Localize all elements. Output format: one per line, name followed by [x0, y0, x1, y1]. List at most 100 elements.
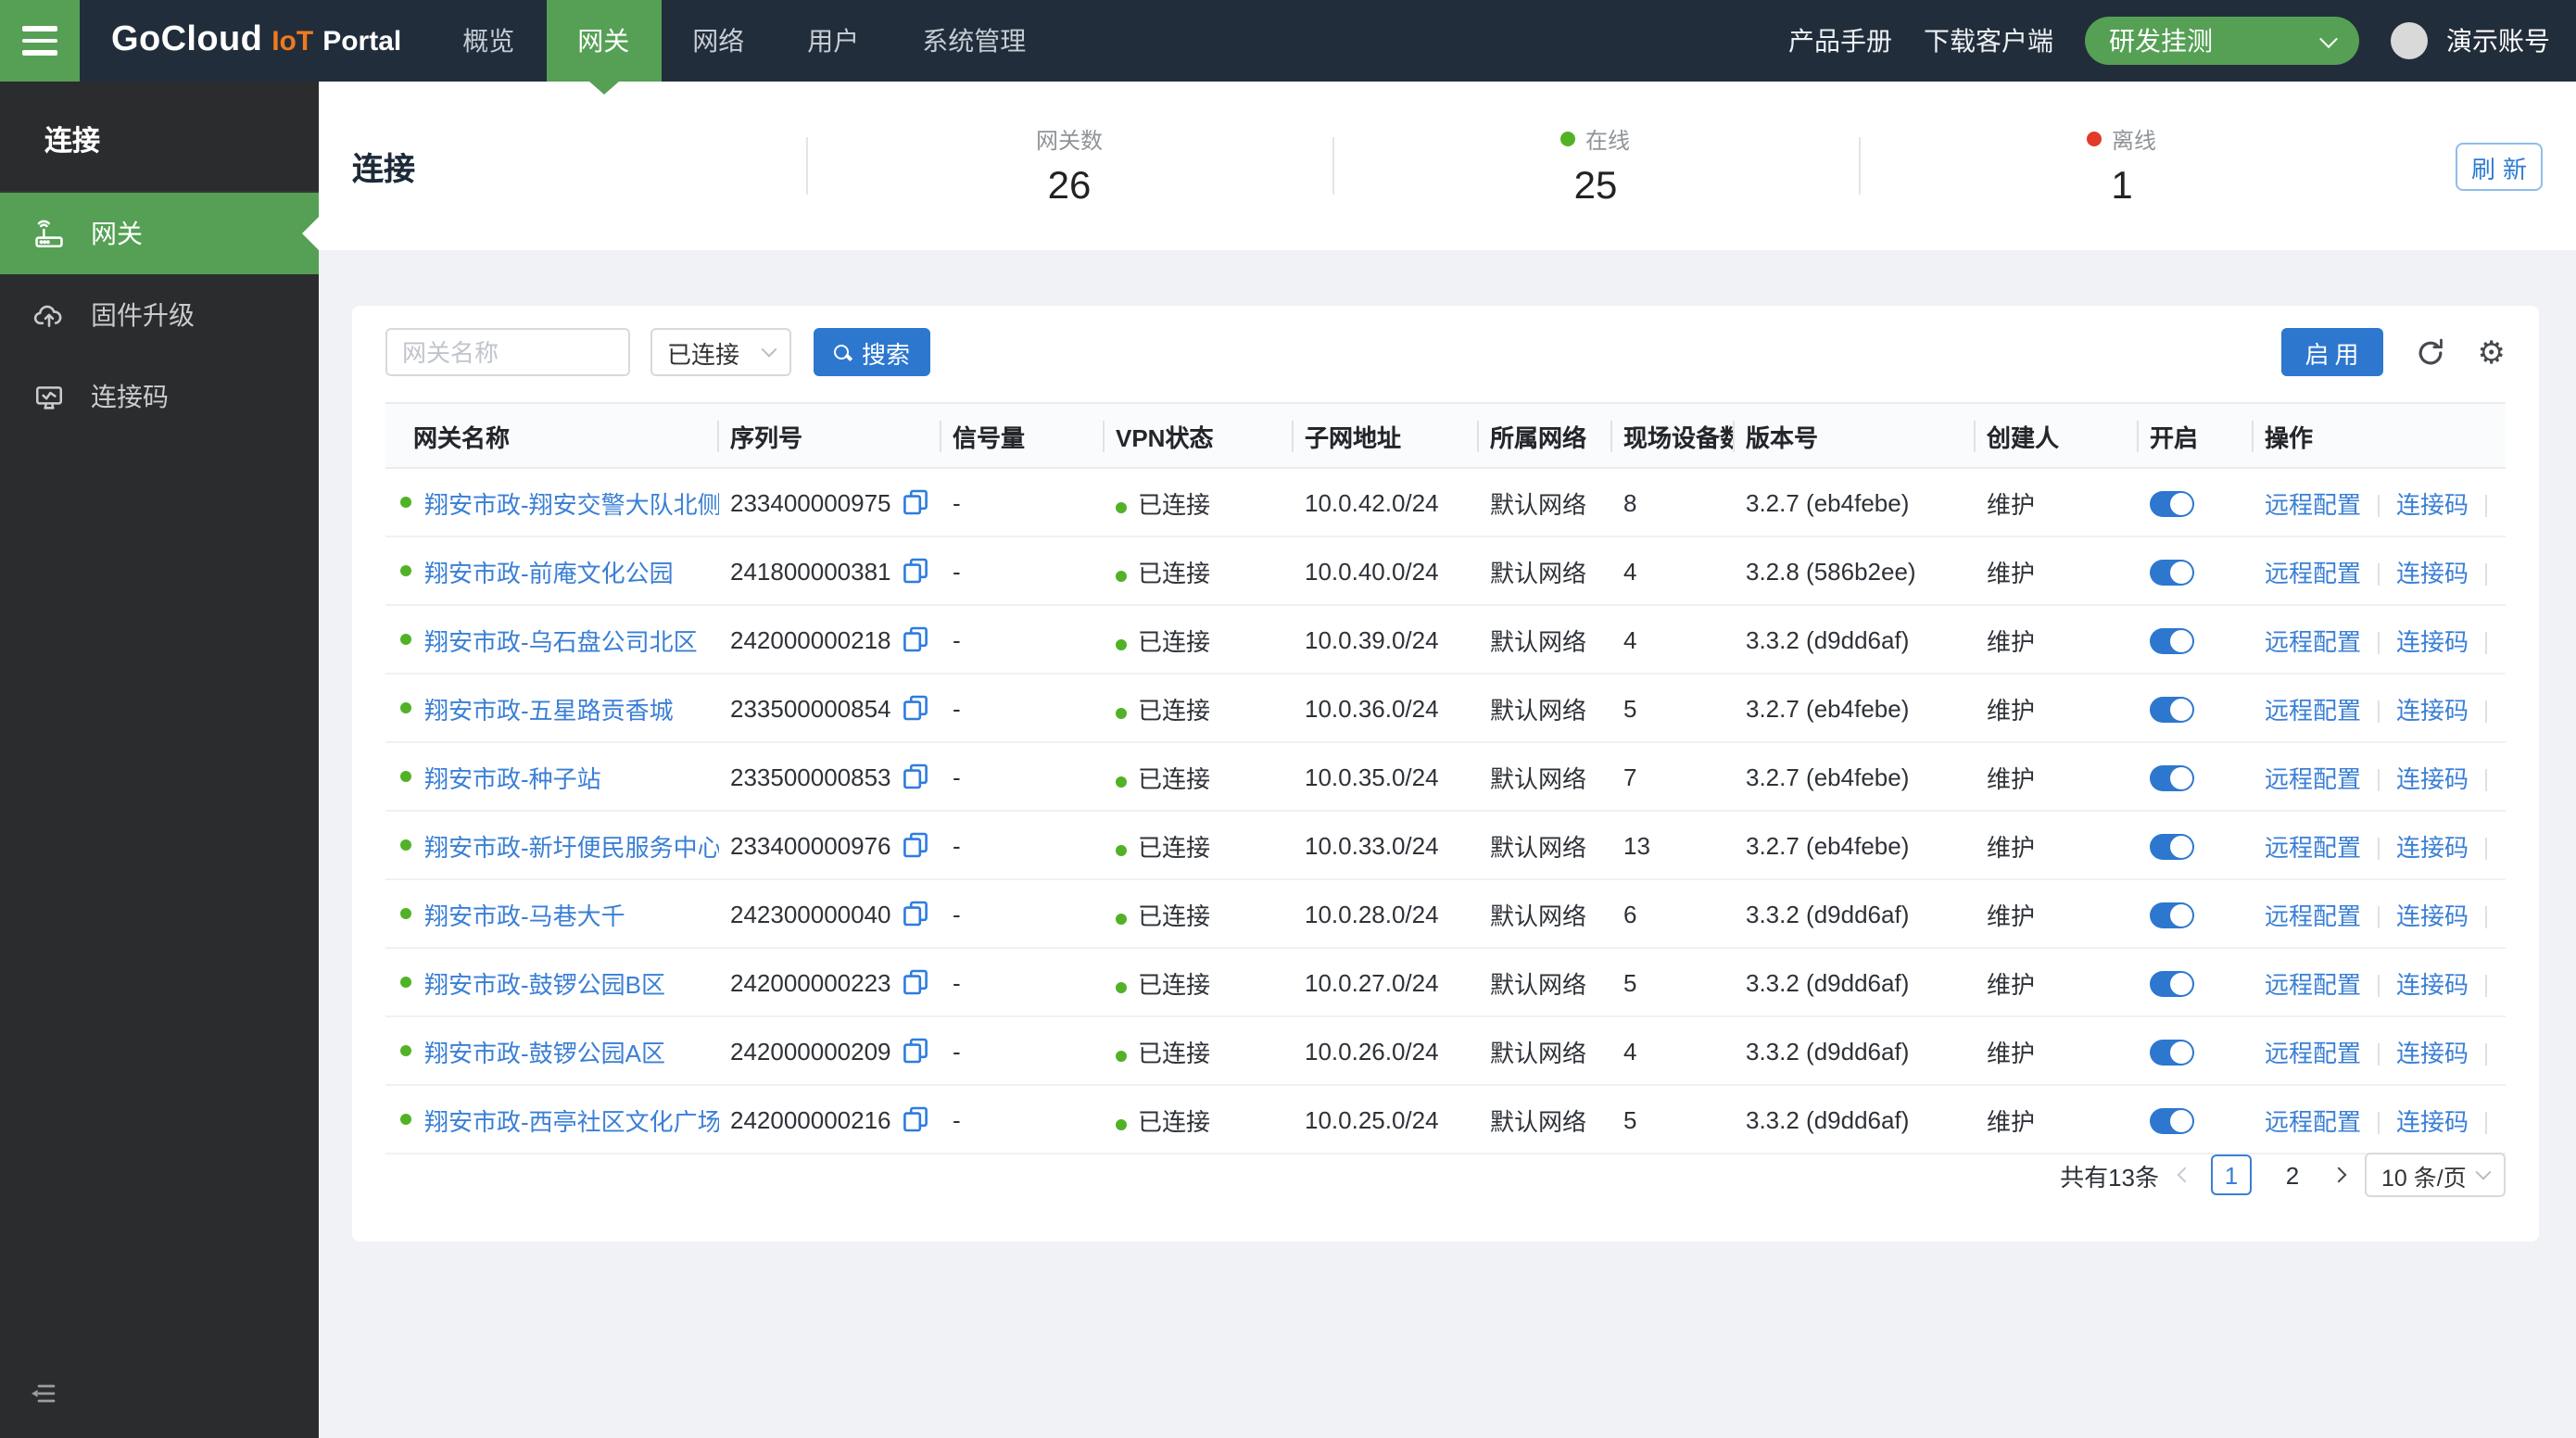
connect-code-link[interactable]: 连接码	[2396, 902, 2469, 929]
divider	[2378, 974, 2380, 996]
connection-filter-select[interactable]: 已连接	[650, 328, 791, 376]
gateway-name-search-input[interactable]	[385, 328, 630, 376]
remote-config-link[interactable]: 远程配置	[2265, 902, 2361, 929]
gateway-name-link[interactable]: 翔安市政-西亭社区文化广场	[424, 1102, 719, 1137]
previous-page-button[interactable]	[2179, 1169, 2191, 1180]
nav-item-users[interactable]: 用户	[776, 0, 890, 82]
connect-code-link[interactable]: 连接码	[2396, 559, 2469, 587]
remote-config-link[interactable]: 远程配置	[2265, 559, 2361, 587]
divider	[2378, 631, 2380, 653]
hamburger-menu-button[interactable]	[0, 0, 80, 82]
network-name: 默认网络	[1479, 605, 1612, 674]
connect-code-link[interactable]: 连接码	[2396, 833, 2469, 861]
device-count: 7	[1612, 742, 1735, 811]
remote-config-link[interactable]: 远程配置	[2265, 833, 2361, 861]
connect-code-link[interactable]: 连接码	[2396, 696, 2469, 724]
divider	[2378, 494, 2380, 516]
version: 3.2.7 (eb4febe)	[1735, 742, 1976, 811]
gateway-name-link[interactable]: 翔安市政-前庵文化公园	[424, 553, 674, 588]
environment-select[interactable]: 研发挂测	[2085, 17, 2359, 65]
copy-icon[interactable]	[903, 968, 928, 994]
gateway-name-link[interactable]: 翔安市政-马巷大千	[424, 896, 625, 931]
enable-toggle[interactable]	[2150, 1040, 2194, 1066]
search-button[interactable]: 搜索	[814, 328, 930, 376]
more-actions-button[interactable]: ···	[2504, 1107, 2506, 1135]
enable-button[interactable]: 启用	[2280, 328, 2382, 376]
page-size-select[interactable]: 10 条/页	[2365, 1153, 2506, 1197]
copy-icon[interactable]	[903, 1105, 928, 1131]
connect-code-link[interactable]: 连接码	[2396, 1107, 2469, 1135]
copy-icon[interactable]	[903, 488, 928, 514]
sidebar-item-firmware-upgrade[interactable]: 固件升级	[0, 274, 319, 356]
reload-table-button[interactable]	[2415, 336, 2446, 368]
account-name[interactable]: 演示账号	[2446, 22, 2550, 59]
remote-config-link[interactable]: 远程配置	[2265, 970, 2361, 998]
copy-icon[interactable]	[903, 763, 928, 788]
avatar[interactable]	[2391, 22, 2428, 59]
refresh-button[interactable]: 刷新	[2456, 143, 2543, 191]
gateway-name-link[interactable]: 翔安市政-五星路贡香城	[424, 690, 674, 725]
version: 3.3.2 (d9dd6af)	[1735, 879, 1976, 948]
enable-toggle[interactable]	[2150, 1108, 2194, 1134]
divider	[2485, 1042, 2487, 1065]
remote-config-link[interactable]: 远程配置	[2265, 1039, 2361, 1066]
copy-icon[interactable]	[903, 557, 928, 583]
gateway-name-link[interactable]: 翔安市政-翔安交警大队北侧	[424, 485, 719, 520]
more-actions-button[interactable]: ···	[2504, 627, 2506, 655]
copy-icon[interactable]	[903, 831, 928, 857]
nav-item-system-admin[interactable]: 系统管理	[890, 0, 1057, 82]
sidebar-item-connect-code[interactable]: 连接码	[0, 356, 319, 437]
remote-config-link[interactable]: 远程配置	[2265, 490, 2361, 518]
more-actions-button[interactable]: ···	[2504, 970, 2506, 998]
remote-config-link[interactable]: 远程配置	[2265, 1107, 2361, 1135]
topbar-right: 产品手册 下载客户端 研发挂测 演示账号	[1788, 0, 2576, 82]
more-actions-button[interactable]: ···	[2504, 1039, 2506, 1066]
more-actions-button[interactable]: ···	[2504, 559, 2506, 587]
connect-code-link[interactable]: 连接码	[2396, 490, 2469, 518]
enable-toggle[interactable]	[2150, 560, 2194, 586]
gateway-name-link[interactable]: 翔安市政-鼓锣公园B区	[424, 965, 665, 1000]
sidebar-item-gateway[interactable]: 网关	[0, 193, 319, 274]
connect-code-link[interactable]: 连接码	[2396, 627, 2469, 655]
remote-config-link[interactable]: 远程配置	[2265, 627, 2361, 655]
more-actions-button[interactable]: ···	[2504, 764, 2506, 792]
connect-code-link[interactable]: 连接码	[2396, 970, 2469, 998]
next-page-button[interactable]	[2333, 1169, 2344, 1180]
remote-config-link[interactable]: 远程配置	[2265, 696, 2361, 724]
copy-icon[interactable]	[903, 694, 928, 720]
page-header: 连接 网关数 26 在线 25 离线 1 刷新	[319, 82, 2576, 250]
table-settings-button[interactable]: ⚙	[2478, 336, 2507, 368]
collapse-sidebar-button[interactable]	[28, 1379, 57, 1418]
connect-code-link[interactable]: 连接码	[2396, 764, 2469, 792]
enable-toggle[interactable]	[2150, 971, 2194, 997]
nav-item-overview[interactable]: 概览	[431, 0, 546, 82]
more-actions-button[interactable]: ···	[2504, 833, 2506, 861]
page-number-2[interactable]: 2	[2272, 1154, 2313, 1195]
more-actions-button[interactable]: ···	[2504, 696, 2506, 724]
nav-item-gateway[interactable]: 网关	[546, 0, 661, 82]
download-client-link[interactable]: 下载客户端	[1924, 22, 2053, 59]
more-actions-button[interactable]: ···	[2504, 490, 2506, 518]
top-menu: 概览 网关 网络 用户 系统管理	[431, 0, 1057, 82]
gateway-name-link[interactable]: 翔安市政-鼓锣公园A区	[424, 1033, 665, 1068]
gateway-name-link[interactable]: 翔安市政-种子站	[424, 759, 601, 794]
product-manual-link[interactable]: 产品手册	[1788, 22, 1892, 59]
signal-value: -	[941, 742, 1105, 811]
copy-icon[interactable]	[903, 1037, 928, 1063]
enable-toggle[interactable]	[2150, 765, 2194, 791]
enable-toggle[interactable]	[2150, 697, 2194, 723]
copy-icon[interactable]	[903, 625, 928, 651]
enable-toggle[interactable]	[2150, 834, 2194, 860]
connect-code-link[interactable]: 连接码	[2396, 1039, 2469, 1066]
enable-toggle[interactable]	[2150, 902, 2194, 928]
enable-toggle[interactable]	[2150, 628, 2194, 654]
page-number-1[interactable]: 1	[2211, 1154, 2252, 1195]
remote-config-link[interactable]: 远程配置	[2265, 764, 2361, 792]
more-actions-button[interactable]: ···	[2504, 902, 2506, 929]
col-serial: 序列号	[719, 403, 941, 468]
copy-icon[interactable]	[903, 900, 928, 926]
gateway-name-link[interactable]: 翔安市政-乌石盘公司北区	[424, 622, 698, 657]
gateway-name-link[interactable]: 翔安市政-新圩便民服务中心	[424, 827, 719, 863]
nav-item-network[interactable]: 网络	[661, 0, 776, 82]
enable-toggle[interactable]	[2150, 491, 2194, 517]
